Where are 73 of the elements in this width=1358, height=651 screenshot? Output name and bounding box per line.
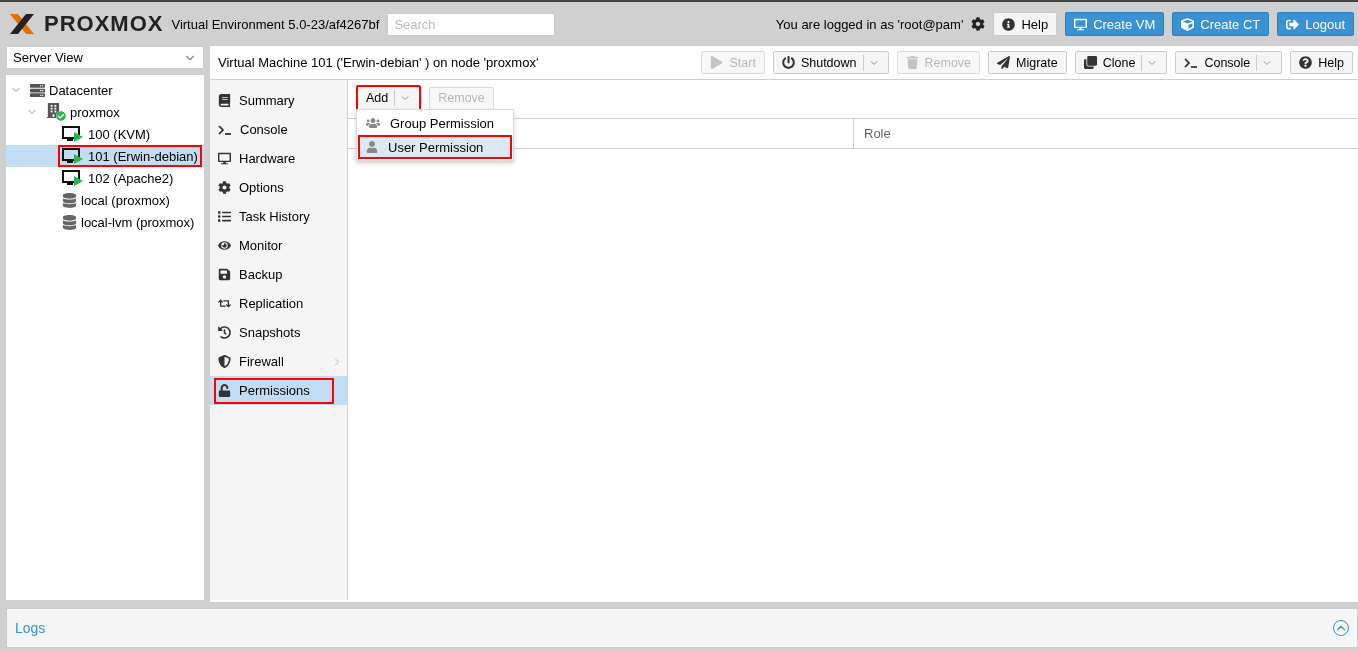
info-icon	[1002, 17, 1016, 31]
tree-label: proxmox	[70, 104, 120, 120]
nav-item[interactable]: Snapshots	[210, 318, 347, 347]
monitor-icon	[1074, 17, 1088, 31]
history-icon	[218, 326, 231, 339]
tree-label: local-lvm (proxmox)	[81, 214, 195, 230]
nav-item[interactable]: Replication	[210, 289, 347, 318]
nav-item[interactable]: Monitor	[210, 231, 347, 260]
gear-icon	[218, 181, 231, 194]
version-text: Virtual Environment 5.0-23/af4267bf	[171, 16, 380, 32]
menu-item[interactable]: User Permission	[358, 135, 512, 159]
tree-row[interactable]: local (proxmox)	[6, 189, 204, 211]
tree-row[interactable]: local-lvm (proxmox)	[6, 211, 204, 233]
user-text: You are logged in as 'root@pam'	[775, 16, 964, 32]
monitor-play-icon	[62, 126, 84, 142]
eye-icon	[218, 239, 231, 252]
search-field[interactable]: Search	[387, 12, 556, 36]
cube-icon	[1181, 17, 1195, 31]
tree-row[interactable]: Datacenter	[6, 79, 204, 101]
terminal-icon	[218, 124, 232, 135]
tree-row[interactable]: proxmox	[6, 101, 204, 123]
monitor-play-icon	[62, 170, 84, 186]
toolbar-button[interactable]: Add	[356, 84, 422, 112]
database-icon	[62, 214, 77, 230]
toolbar-button[interactable]: Shutdown	[772, 51, 889, 74]
view-select[interactable]: Server View	[6, 46, 204, 69]
nav-item[interactable]: Options	[210, 173, 347, 202]
server-check-icon	[46, 103, 66, 121]
list-icon	[218, 210, 231, 223]
panel-title: Virtual Machine 101 ('Erwin-debian' ) on node 'proxmox'	[218, 55, 540, 70]
help-icon	[1299, 56, 1313, 69]
trash-icon	[905, 56, 919, 69]
nav-item[interactable]: Firewall	[210, 347, 347, 376]
tree-row[interactable]: 102 (Apache2)	[6, 167, 204, 189]
unlock-icon	[218, 384, 231, 397]
clone-icon	[1083, 56, 1097, 69]
tree-row[interactable]: 100 (KVM)	[6, 123, 204, 145]
toolbar-button[interactable]: Migrate	[988, 51, 1067, 74]
terminal-icon	[1184, 57, 1199, 68]
logout-icon	[1286, 17, 1300, 31]
toolbar-button[interactable]: Help	[1290, 51, 1353, 74]
nav-item[interactable]: Hardware	[210, 144, 347, 173]
nav-item[interactable]: Console	[210, 115, 347, 144]
tree-label: 100 (KVM)	[88, 126, 151, 142]
logo-text: PROXMOX	[44, 11, 164, 37]
play-icon	[710, 56, 724, 69]
tree-label: Datacenter	[49, 82, 113, 98]
retweet-icon	[218, 297, 231, 310]
power-icon	[781, 56, 795, 69]
header-button[interactable]: Help	[993, 12, 1058, 36]
nav-item[interactable]: Summary	[210, 86, 347, 115]
server-icon	[30, 82, 45, 98]
tree-label: local (proxmox)	[81, 192, 170, 208]
tree-row[interactable]: 101 (Erwin-debian)	[6, 145, 204, 167]
database-icon	[62, 192, 77, 208]
book-icon	[218, 94, 231, 107]
column-header[interactable]: Role	[854, 119, 1358, 148]
user-icon	[366, 141, 378, 153]
tree-label: 102 (Apache2)	[88, 170, 174, 186]
logs-title: Logs	[15, 620, 46, 636]
tree-label: 101 (Erwin-debian)	[88, 148, 198, 164]
nav-item[interactable]: Backup	[210, 260, 347, 289]
monitor-play-icon	[62, 148, 84, 164]
settings-icon	[971, 17, 986, 31]
toolbar-button[interactable]: Clone	[1074, 51, 1168, 74]
paper-plane-icon	[997, 56, 1011, 69]
users-icon	[366, 116, 380, 130]
nav-item[interactable]: Permissions	[210, 376, 347, 405]
nav-item[interactable]: Task History	[210, 202, 347, 231]
monitor-icon	[218, 152, 231, 165]
toolbar-button[interactable]: Console	[1175, 51, 1283, 74]
shield-icon	[218, 355, 231, 368]
x-logo-icon	[8, 13, 36, 35]
